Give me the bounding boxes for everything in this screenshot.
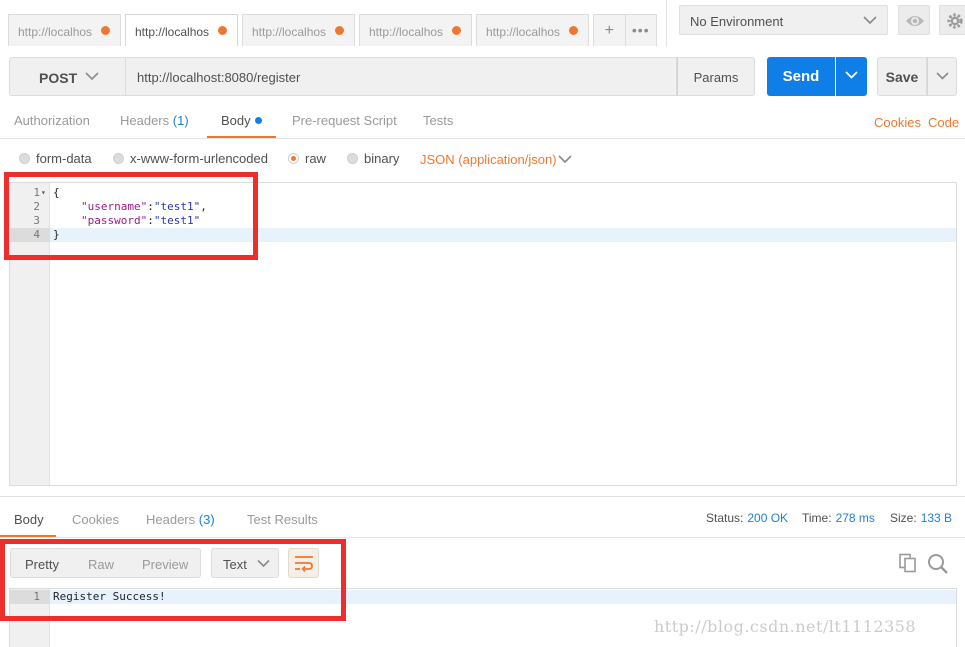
- headers-count: (3): [198, 512, 215, 527]
- content-type-select[interactable]: JSON (application/json): [420, 152, 572, 167]
- status-readout: Status: 200 OK: [706, 511, 788, 525]
- headers-count: (1): [172, 113, 189, 128]
- radio-label: raw: [305, 151, 326, 166]
- radio-icon: [347, 153, 358, 164]
- annotation-box-request-body: [4, 172, 258, 260]
- radio-icon: [113, 153, 124, 164]
- size-readout: Size: 133 B: [890, 511, 952, 525]
- params-button[interactable]: Params: [677, 57, 755, 96]
- environment-select[interactable]: No Environment: [679, 5, 888, 35]
- radio-form-data[interactable]: form-data: [19, 151, 92, 166]
- active-tab-underline: [0, 535, 56, 537]
- modified-dot-icon: [254, 117, 262, 124]
- chevron-down-icon: [85, 72, 99, 81]
- tab-title: http://localhos: [369, 25, 444, 39]
- unsaved-dot-icon: [569, 26, 578, 35]
- response-tab-body[interactable]: Body: [14, 512, 44, 527]
- tab-tests[interactable]: Tests: [423, 113, 453, 138]
- size-label: Size:: [890, 511, 917, 525]
- request-tab[interactable]: http://localhos: [8, 14, 121, 46]
- tab-label: Body: [221, 113, 251, 128]
- send-options-button[interactable]: [836, 57, 867, 96]
- more-tabs-button[interactable]: •••: [624, 15, 657, 46]
- save-options-button[interactable]: [927, 57, 957, 96]
- radio-icon: [19, 153, 30, 164]
- chevron-down-icon: [558, 155, 572, 164]
- search-icon[interactable]: [927, 553, 949, 575]
- unsaved-dot-icon: [335, 26, 344, 35]
- tab-headers[interactable]: Headers (1): [120, 113, 189, 138]
- status-label: Status:: [706, 511, 744, 525]
- cookies-link[interactable]: Cookies: [874, 115, 921, 130]
- tab-title: http://localhos: [135, 25, 210, 39]
- environment-selected: No Environment: [690, 14, 784, 29]
- request-tab[interactable]: http://localhos: [359, 14, 472, 46]
- request-section-tabs: Authorization Headers (1) Body Pre-reque…: [0, 113, 965, 139]
- response-tab-headers[interactable]: Headers (3): [146, 512, 215, 527]
- copy-icon[interactable]: [898, 553, 918, 573]
- tab-pre-request-script[interactable]: Pre-request Script: [292, 113, 397, 138]
- chevron-down-icon: [863, 16, 877, 25]
- code-link[interactable]: Code: [928, 115, 959, 130]
- header-divider: [666, 0, 667, 47]
- radio-urlencoded[interactable]: x-www-form-urlencoded: [113, 151, 268, 166]
- response-tab-test-results[interactable]: Test Results: [247, 512, 318, 527]
- size-value: 133 B: [920, 511, 953, 525]
- unsaved-dot-icon: [452, 26, 461, 35]
- tab-label: Headers: [146, 512, 196, 527]
- radio-label: x-www-form-urlencoded: [130, 151, 268, 166]
- tab-title: http://localhos: [252, 25, 327, 39]
- tab-label: Headers: [120, 113, 170, 128]
- radio-selected-icon: [288, 153, 299, 164]
- radio-raw[interactable]: raw: [288, 151, 326, 166]
- unsaved-dot-icon: [218, 26, 227, 35]
- gear-icon: [947, 13, 963, 29]
- content-type-label: JSON (application/json): [420, 152, 557, 167]
- add-tab-button[interactable]: +: [594, 15, 625, 46]
- request-tab-active[interactable]: http://localhos: [125, 14, 238, 46]
- chevron-down-icon: [845, 71, 858, 79]
- request-tab[interactable]: http://localhos: [476, 14, 589, 46]
- watermark: http://blog.csdn.net/lt1112358: [654, 617, 917, 636]
- request-tab[interactable]: http://localhos: [242, 14, 355, 46]
- tab-title: http://localhos: [18, 25, 93, 39]
- response-tabs-border: [0, 537, 965, 538]
- panel-divider: [0, 496, 965, 497]
- environment-quick-look-button[interactable]: [898, 5, 930, 35]
- tab-authorization[interactable]: Authorization: [14, 113, 90, 138]
- time-readout: Time: 278 ms: [802, 511, 875, 525]
- status-value: 200 OK: [747, 511, 789, 525]
- send-button[interactable]: Send: [767, 57, 835, 96]
- unsaved-dot-icon: [101, 26, 110, 35]
- manage-environments-button[interactable]: [939, 5, 965, 35]
- url-input[interactable]: http://localhost:8080/register: [125, 57, 677, 96]
- method-label: POST: [39, 70, 78, 86]
- save-button[interactable]: Save: [877, 57, 927, 96]
- radio-label: form-data: [36, 151, 92, 166]
- eye-icon: [906, 16, 924, 26]
- response-tab-cookies[interactable]: Cookies: [72, 512, 119, 527]
- chevron-down-icon: [936, 72, 949, 80]
- tab-title: http://localhos: [486, 25, 561, 39]
- time-value: 278 ms: [835, 511, 875, 525]
- tab-actions: + •••: [593, 14, 657, 46]
- radio-label: binary: [364, 151, 400, 166]
- radio-binary[interactable]: binary: [347, 151, 399, 166]
- request-tab-strip: http://localhos http://localhos http://l…: [8, 14, 657, 46]
- method-select[interactable]: POST: [9, 57, 125, 96]
- tab-body[interactable]: Body: [207, 113, 276, 138]
- annotation-box-response: [0, 539, 346, 621]
- time-label: Time:: [802, 511, 832, 525]
